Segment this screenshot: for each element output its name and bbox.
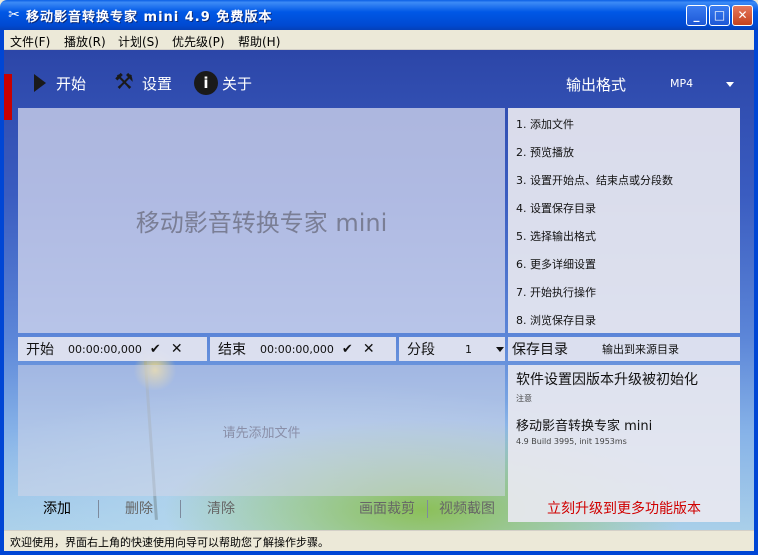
settings-label: 设置 — [142, 74, 173, 93]
steps-guide: 1. 添加文件 2. 预览播放 3. 设置开始点、结束点或分段数 4. 设置保存… — [508, 108, 740, 333]
segment-control: 分段 1 — [399, 337, 505, 361]
scissors-icon[interactable]: ✂ — [6, 7, 22, 23]
end-time-input[interactable]: 00:00:00,000 — [260, 343, 334, 356]
step-item[interactable]: 2. 预览播放 — [516, 144, 574, 160]
step-item[interactable]: 4. 设置保存目录 — [516, 200, 596, 216]
status-text: 欢迎使用，界面右上角的快速使用向导可以帮助您了解操作步骤。 — [10, 536, 329, 549]
start-button[interactable]: 开始 — [26, 68, 86, 98]
clear-button[interactable]: 清除 — [182, 498, 260, 520]
about-button[interactable]: i 关于 — [194, 68, 252, 98]
window-frame: 文件(F) 播放(R) 计划(S) 优先级(P) 帮助(H) 开始 ⚒ 设置 i… — [0, 30, 758, 555]
title-bar[interactable]: ✂ 移动影音转换专家 mini 4.9 免费版本 _ □ ✕ — [0, 0, 758, 30]
close-button[interactable]: ✕ — [732, 5, 753, 26]
main-stage: 开始 ⚒ 设置 i 关于 输出格式 MP4 移动影音转换专家 mini 1. 添… — [4, 50, 754, 530]
step-item[interactable]: 1. 添加文件 — [516, 116, 574, 132]
close-icon[interactable]: ✕ — [171, 341, 183, 357]
video-preview[interactable]: 移动影音转换专家 mini — [18, 108, 505, 333]
build-info: 4.9 Build 3995, init 1953ms — [516, 437, 627, 446]
preview-watermark: 移动影音转换专家 mini — [135, 209, 388, 237]
close-icon[interactable]: ✕ — [363, 341, 375, 357]
output-format-select[interactable]: MP4 — [670, 77, 693, 90]
crop-button[interactable]: 画面裁剪 — [348, 498, 426, 520]
step-item[interactable]: 3. 设置开始点、结束点或分段数 — [516, 172, 673, 188]
accent-bar — [4, 74, 12, 120]
save-dir-select[interactable]: 输出到来源目录 — [602, 341, 679, 357]
check-icon[interactable]: ✔ — [342, 342, 353, 357]
add-button[interactable]: 添加 — [18, 498, 96, 520]
maximize-button[interactable]: □ — [709, 5, 730, 26]
window-title: 移动影音转换专家 mini 4.9 免费版本 — [26, 10, 273, 25]
segment-label: 分段 — [407, 342, 435, 358]
info-icon: i — [194, 71, 218, 95]
start-point-control: 开始 00:00:00,000 ✔ ✕ — [18, 337, 207, 361]
notice-sub: 注意 — [516, 394, 532, 403]
upgrade-button[interactable]: 立刻升级到更多功能版本 — [508, 496, 740, 522]
file-list-empty-text: 请先添加文件 — [222, 426, 301, 441]
menu-play[interactable]: 播放(R) — [64, 33, 106, 50]
start-time-input[interactable]: 00:00:00,000 — [68, 343, 142, 356]
segment-select[interactable]: 1 — [465, 343, 472, 356]
step-item[interactable]: 5. 选择输出格式 — [516, 228, 596, 244]
start-point-label: 开始 — [26, 342, 54, 358]
step-item[interactable]: 8. 浏览保存目录 — [516, 312, 596, 328]
tools-icon: ⚒ — [114, 70, 134, 95]
minimize-button[interactable]: _ — [686, 5, 707, 26]
notice-title: 软件设置因版本升级被初始化 — [516, 372, 698, 388]
menu-priority[interactable]: 优先级(P) — [172, 33, 225, 50]
info-panel: 软件设置因版本升级被初始化 注意 移动影音转换专家 mini 4.9 Build… — [508, 365, 740, 496]
status-bar: 欢迎使用，界面右上角的快速使用向导可以帮助您了解操作步骤。 — [4, 530, 754, 551]
start-label: 开始 — [56, 74, 87, 93]
menu-file[interactable]: 文件(F) — [10, 33, 50, 50]
separator — [98, 500, 99, 518]
step-item[interactable]: 7. 开始执行操作 — [516, 284, 596, 300]
settings-button[interactable]: ⚒ 设置 — [110, 68, 172, 98]
end-point-control: 结束 00:00:00,000 ✔ ✕ — [210, 337, 396, 361]
menu-bar: 文件(F) 播放(R) 计划(S) 优先级(P) 帮助(H) — [4, 30, 754, 50]
chevron-down-icon[interactable] — [496, 346, 504, 352]
delete-button[interactable]: 删除 — [100, 498, 178, 520]
end-point-label: 结束 — [218, 342, 246, 358]
about-label: 关于 — [222, 74, 253, 93]
product-name: 移动影音转换专家 mini — [516, 419, 653, 434]
menu-help[interactable]: 帮助(H) — [238, 33, 280, 50]
window-client: 文件(F) 播放(R) 计划(S) 优先级(P) 帮助(H) 开始 ⚒ 设置 i… — [4, 30, 754, 551]
step-item[interactable]: 6. 更多详细设置 — [516, 256, 596, 272]
check-icon[interactable]: ✔ — [150, 342, 161, 357]
play-icon — [34, 74, 46, 92]
snapshot-button[interactable]: 视频截图 — [428, 498, 506, 520]
save-dir-label: 保存目录 — [512, 342, 568, 358]
chevron-down-icon[interactable] — [726, 82, 734, 87]
file-list[interactable]: 请先添加文件 — [18, 365, 505, 496]
menu-schedule[interactable]: 计划(S) — [118, 33, 159, 50]
save-dir-control: 保存目录 输出到来源目录 — [508, 337, 740, 361]
separator — [180, 500, 181, 518]
output-format-label: 输出格式 — [566, 76, 627, 94]
